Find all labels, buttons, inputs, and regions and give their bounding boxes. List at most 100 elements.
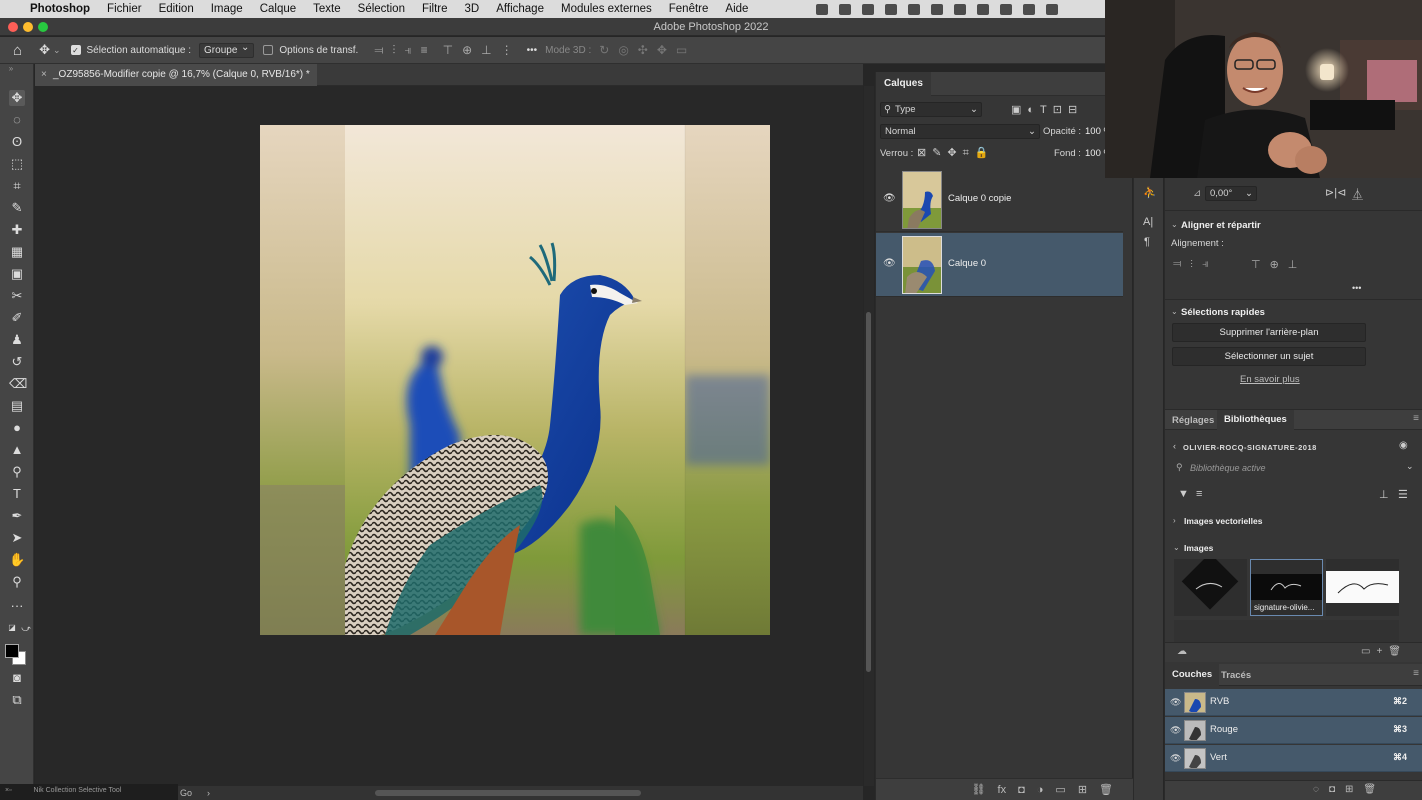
layer-style-fx-icon[interactable]: fx <box>998 784 1007 796</box>
sharpen-tool-icon[interactable]: ▲ <box>9 442 25 458</box>
canvas-vertical-scrollbar[interactable] <box>864 86 874 786</box>
images-section[interactable]: Images <box>1184 543 1213 553</box>
tool-preset-chevron-icon[interactable]: ⌄ <box>53 45 61 56</box>
creative-cloud-icon[interactable] <box>862 3 874 15</box>
move-tool-icon[interactable]: ✥ <box>9 90 25 106</box>
horizontal-scroll-thumb[interactable] <box>375 790 641 796</box>
healing-brush-tool-icon[interactable]: ✚ <box>9 222 25 238</box>
channel-row[interactable]: 👁 RVB ⌘2 <box>1165 689 1422 716</box>
menu-affichage[interactable]: Affichage <box>487 3 552 15</box>
close-window-icon[interactable] <box>8 22 18 32</box>
align-middle-icon[interactable]: ⊕ <box>462 43 472 57</box>
edit-toolbar-icon[interactable]: ··· <box>9 598 25 614</box>
library-search-input[interactable]: Bibliothèque active <box>1190 463 1266 473</box>
brush-tool-icon[interactable]: ✐ <box>9 310 25 326</box>
layer-filter-dropdown[interactable]: ⚲ Type ⌄ <box>880 102 982 117</box>
lock-icons[interactable]: ⊠✎✥⌗🔒 <box>917 146 995 160</box>
menu-app-name[interactable]: Photoshop <box>21 3 98 15</box>
remove-background-button[interactable]: Supprimer l'arrière-plan <box>1172 323 1366 342</box>
menu-modules-externes[interactable]: Modules externes <box>552 3 660 15</box>
history-brush-tool-icon[interactable]: ↺ <box>9 354 25 370</box>
tab-reglages[interactable]: Réglages <box>1172 415 1214 426</box>
menu-fenetre[interactable]: Fenêtre <box>660 3 717 15</box>
roll-3d-icon[interactable]: ◎ <box>618 43 628 57</box>
screen-mode-icon[interactable]: ⧉ <box>9 692 25 708</box>
clipboard-icon[interactable] <box>931 3 943 15</box>
swap-colors-icon[interactable]: ⤻ <box>18 620 34 636</box>
more-align-options-icon[interactable]: ••• <box>1352 283 1361 293</box>
auto-select-dropdown[interactable]: Groupe <box>199 42 255 58</box>
library-image-item[interactable] <box>1326 559 1399 616</box>
learn-more-link[interactable]: En savoir plus <box>1240 374 1300 385</box>
library-actions-icons[interactable]: ▭+🗑 <box>1361 646 1407 657</box>
visibility-eye-icon[interactable]: 👁 <box>1170 753 1181 764</box>
menu-calque[interactable]: Calque <box>251 3 304 15</box>
chevron-down-icon[interactable]: ⌄ <box>1171 220 1178 229</box>
status-chevron-icon[interactable]: › <box>207 786 210 800</box>
battery-icon[interactable] <box>1000 3 1012 15</box>
chevron-right-icon[interactable]: › <box>1173 516 1176 525</box>
visibility-eye-icon[interactable]: 👁 <box>883 193 896 204</box>
panel-menu-icon[interactable]: ≡ <box>1413 413 1419 424</box>
visibility-eye-icon[interactable]: 👁 <box>883 258 896 269</box>
chevron-down-icon[interactable]: ⌄ <box>1406 461 1414 472</box>
properties-panel-icon[interactable]: ⛹ <box>1143 186 1157 199</box>
distribute-icon[interactable]: ≡ <box>421 43 428 57</box>
document-tab[interactable]: × _OZ95856-Modifier copie @ 16,7% (Calqu… <box>35 64 317 86</box>
chevron-down-icon[interactable]: ⌄ <box>1173 543 1180 552</box>
adjustment-layer-icon[interactable]: ◑ <box>1037 784 1044 796</box>
home-icon[interactable]: ⌂ <box>13 42 22 59</box>
dodge-tool-icon[interactable]: ⚲ <box>9 464 25 480</box>
type-tool-icon[interactable]: T <box>9 486 25 502</box>
stamp-tool-icon[interactable]: ♟ <box>9 332 25 348</box>
display-icon[interactable] <box>908 3 920 15</box>
angle-field[interactable]: 0,00° ⌄ <box>1205 186 1257 201</box>
crop-tool-icon[interactable]: ⌗ <box>9 178 25 194</box>
marquee-tool-icon[interactable]: ◌ <box>9 112 25 128</box>
screen-icon[interactable] <box>1023 3 1035 15</box>
menu-filtre[interactable]: Filtre <box>413 3 456 15</box>
zoom-window-icon[interactable] <box>38 22 48 32</box>
sort-icon[interactable]: ≡ <box>1196 488 1202 500</box>
minimize-window-icon[interactable] <box>23 22 33 32</box>
blend-mode-dropdown[interactable]: Normal ⌄ <box>880 124 1040 139</box>
quick-selections-title[interactable]: Sélections rapides <box>1181 307 1265 318</box>
select-subject-button[interactable]: Sélectionner un sujet <box>1172 347 1366 366</box>
channel-row[interactable]: 👁 Vert ⌘4 <box>1165 745 1422 772</box>
menu-selection[interactable]: Sélection <box>349 3 413 15</box>
gradient-tool-icon[interactable]: ▤ <box>9 398 25 414</box>
paragraph-panel-icon[interactable]: ¶ <box>1144 236 1150 248</box>
collapse-panel-icon[interactable]: » <box>3 61 19 77</box>
layer-row-selected[interactable]: 👁 Calque 0 <box>876 233 1123 297</box>
visibility-eye-icon[interactable]: 👁 <box>1170 725 1181 736</box>
flip-horizontal-icon[interactable]: ⊳|⊲ <box>1325 186 1346 199</box>
cloud-icon[interactable]: ☁ <box>1177 646 1187 657</box>
layer-name[interactable]: Calque 0 copie <box>948 193 1011 204</box>
dropbox-icon[interactable] <box>839 3 851 15</box>
scissors-tool-icon[interactable]: ✂ <box>9 288 25 304</box>
path-selection-tool-icon[interactable]: ➤ <box>9 530 25 546</box>
menu-image[interactable]: Image <box>202 3 251 15</box>
chevron-down-icon[interactable]: ⌄ <box>1171 307 1178 316</box>
channel-row[interactable]: 👁 Rouge ⌘3 <box>1165 717 1422 744</box>
go-label[interactable]: Go <box>180 786 192 800</box>
scale-3d-icon[interactable]: ▭ <box>676 43 687 57</box>
menu-3d[interactable]: 3D <box>456 3 488 15</box>
pen-tool-icon[interactable]: ✒ <box>9 508 25 524</box>
align-bottom-icon[interactable]: ⊥ <box>481 43 491 57</box>
grid-view-icon[interactable]: ⊥ <box>1379 488 1389 501</box>
slide-3d-icon[interactable]: ✥ <box>657 43 667 57</box>
quick-mask-icon[interactable]: ◙ <box>9 670 25 686</box>
foreground-color-swatch[interactable] <box>5 644 19 658</box>
record-icon[interactable] <box>816 3 828 15</box>
character-panel-icon[interactable]: A| <box>1143 216 1153 228</box>
transform-controls-checkbox[interactable] <box>263 45 274 55</box>
tab-traces[interactable]: Tracés <box>1221 670 1251 681</box>
vector-images-section[interactable]: Images vectorielles <box>1184 516 1262 526</box>
plugin-window-icons[interactable]: ×▫ <box>5 787 12 794</box>
new-layer-icon[interactable]: ⊞ <box>1078 783 1087 796</box>
tool-icon[interactable] <box>977 3 989 15</box>
delete-layer-icon[interactable]: 🗑 <box>1099 783 1113 796</box>
auto-select-checkbox[interactable]: ✓ <box>70 45 81 55</box>
filter-kind-icons[interactable]: ▣◐T⊡⊟ <box>1011 103 1083 116</box>
